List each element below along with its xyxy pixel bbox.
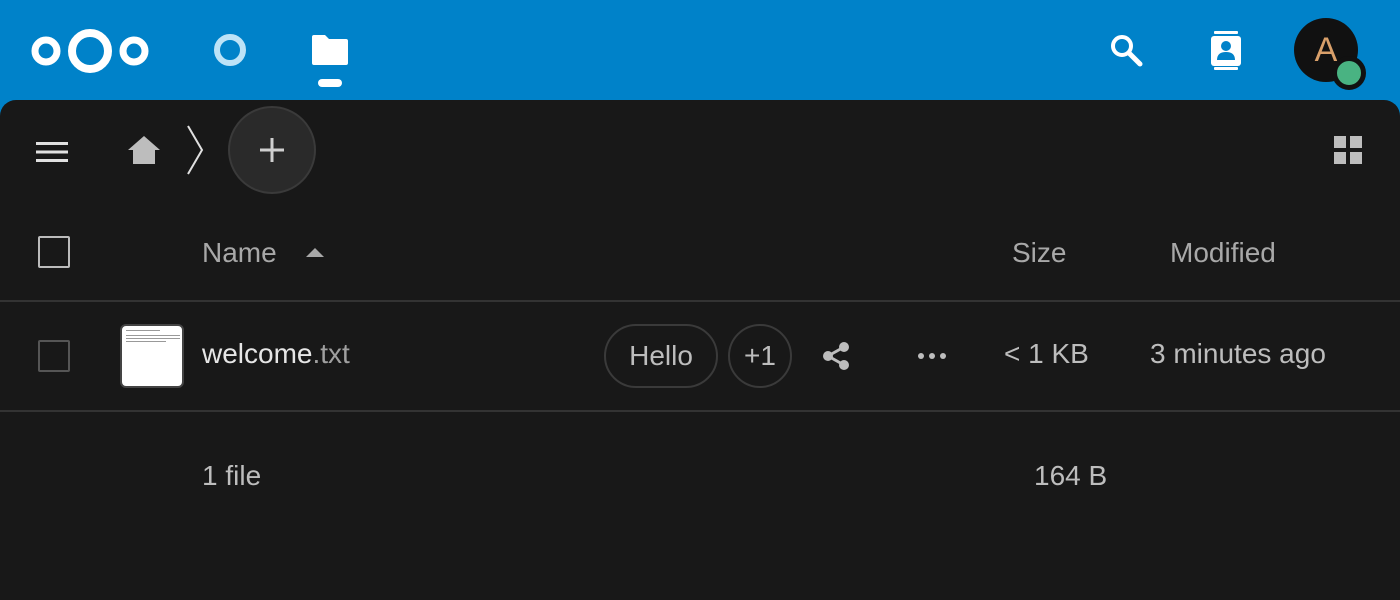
tag-badge[interactable]: Hello [604,324,718,388]
more-tags-badge[interactable]: +1 [728,324,792,388]
summary-file-count: 1 file [202,460,262,491]
file-basename: welcome [202,338,313,369]
dashboard-icon[interactable] [206,26,254,74]
more-actions-icon[interactable] [908,332,956,380]
file-size: < 1 KB [1004,338,1089,369]
share-icon[interactable] [812,332,860,380]
file-name[interactable]: welcome.txt [202,338,350,370]
new-button[interactable] [228,106,316,194]
column-header-size[interactable]: Size [1012,237,1066,269]
sort-ascending-icon[interactable] [306,248,324,257]
column-header-name[interactable]: Name [202,237,277,269]
folder-icon[interactable] [306,26,354,74]
file-extension: .txt [312,338,350,369]
breadcrumb-separator-icon [178,122,210,178]
grid-view-icon[interactable] [1324,126,1372,174]
row-checkbox[interactable] [38,340,70,372]
tag-label: Hello [629,340,693,371]
files-content: Name Size Modified welcome.txt Hello +1 [0,100,1400,600]
top-header: A [0,0,1400,100]
search-icon[interactable] [1102,26,1150,74]
plus-icon [260,138,284,162]
select-all-checkbox[interactable] [38,236,70,268]
column-header-modified[interactable]: Modified [1170,237,1276,269]
hamburger-icon[interactable] [26,126,78,178]
file-thumbnail[interactable] [120,324,184,388]
summary-total-size: 164 B [1034,460,1108,491]
more-tags-label: +1 [744,340,776,371]
status-online-indicator [1332,56,1366,90]
file-modified: 3 minutes ago [1150,338,1326,369]
contacts-icon[interactable] [1202,26,1250,74]
row-divider [0,410,1400,412]
active-app-indicator [318,79,342,87]
table-row[interactable]: welcome.txt Hello +1 < 1 KB 3 minutes ag… [0,302,1400,410]
home-icon[interactable] [120,126,168,174]
nextcloud-logo[interactable] [28,24,152,78]
